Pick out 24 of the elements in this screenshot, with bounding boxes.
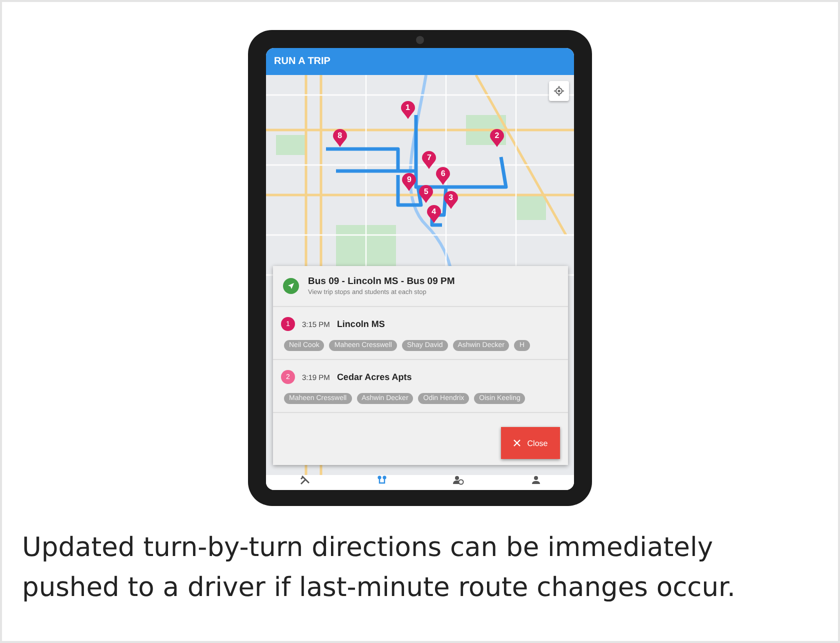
map-pin[interactable]: 7 xyxy=(422,151,436,169)
app-title: RUN A TRIP xyxy=(274,56,330,67)
map-pin[interactable]: 2 xyxy=(490,129,504,147)
trip-title: Bus 09 - Lincoln MS - Bus 09 PM xyxy=(308,276,455,287)
map-pin[interactable]: 9 xyxy=(402,173,416,191)
stop-name: Lincoln MS xyxy=(336,319,385,329)
person-clock-icon xyxy=(453,475,464,485)
map-pin[interactable]: 4 xyxy=(426,205,441,223)
crosshair-icon xyxy=(554,86,564,96)
map-pin[interactable]: 8 xyxy=(332,129,347,147)
close-button[interactable]: Close xyxy=(501,427,560,459)
map-pin[interactable]: 6 xyxy=(436,167,450,185)
map-pin[interactable]: 5 xyxy=(419,185,434,203)
map-pin[interactable]: 3 xyxy=(444,191,458,209)
caption: Updated turn-by-turn directions can be immediately pushed to a driver if last-minute route changes occur. xyxy=(21,531,736,605)
camera-icon xyxy=(416,36,424,44)
stop-name: Cedar Acres Apts xyxy=(336,372,412,382)
my-location-button[interactable] xyxy=(549,81,569,101)
navigation-icon xyxy=(283,278,299,294)
map-pin[interactable]: 1 xyxy=(400,101,415,119)
tools-icon xyxy=(300,475,310,485)
person-icon xyxy=(530,475,540,485)
close-icon xyxy=(513,439,522,447)
route-icon xyxy=(376,475,386,485)
